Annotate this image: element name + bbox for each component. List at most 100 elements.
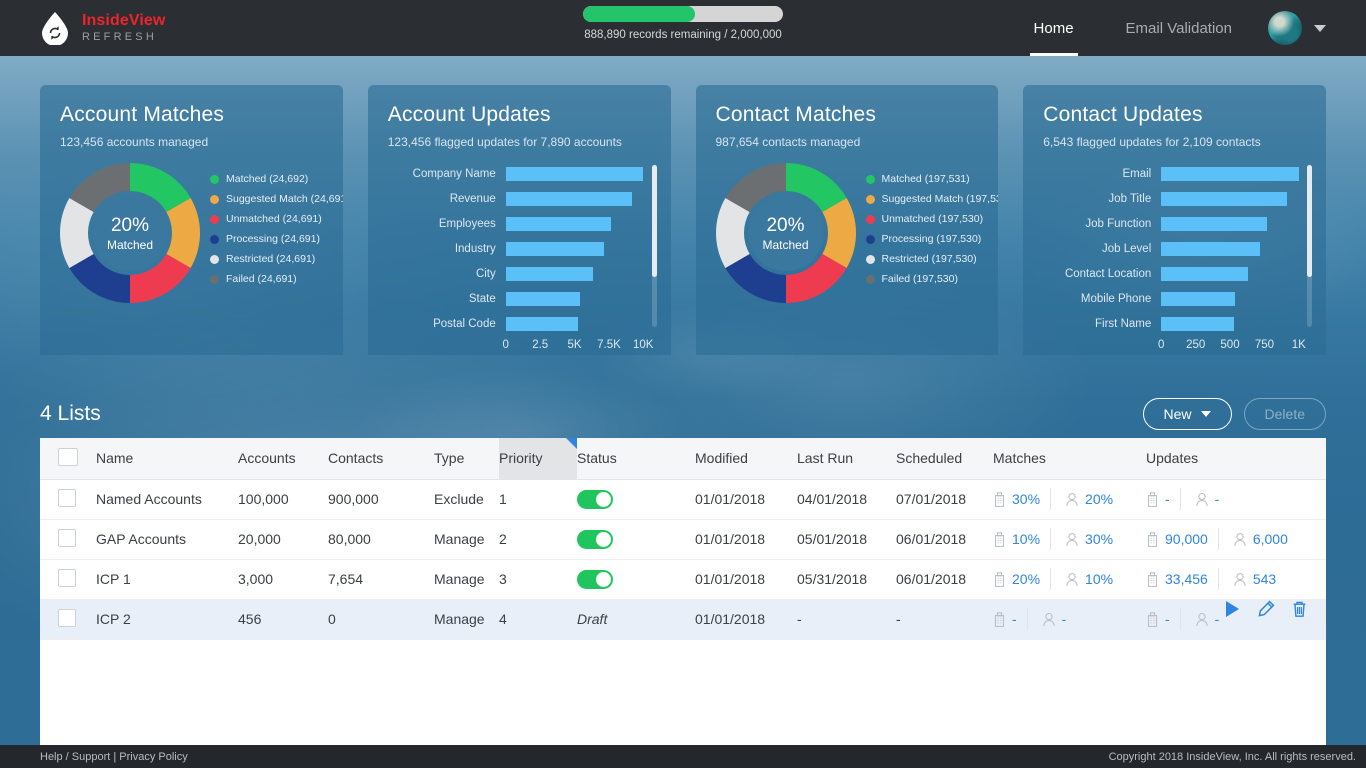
cell-matches: 20% 10% <box>993 559 1146 600</box>
column-header-accounts[interactable]: Accounts <box>238 438 328 480</box>
legend-color-swatch <box>865 234 875 244</box>
donut-chart-contact-matches: 20% Matched <box>715 163 856 303</box>
cell-name: ICP 1 <box>96 559 238 600</box>
cell-updates: - - <box>1146 479 1326 520</box>
bar-track <box>505 166 651 181</box>
new-button-label: New <box>1163 406 1192 422</box>
run-icon[interactable] <box>1224 600 1241 618</box>
row-checkbox[interactable] <box>58 608 76 627</box>
cell-matches: 10% 30% <box>993 519 1146 560</box>
cell-name: ICP 2 <box>96 599 238 640</box>
legend-item: Failed (24,691) <box>210 273 343 285</box>
bar-track <box>1161 166 1306 181</box>
chart-scrollbar[interactable] <box>651 165 657 327</box>
column-header-modified[interactable]: Modified <box>695 438 797 480</box>
chart-scrollbar[interactable] <box>1307 165 1312 327</box>
select-all-header <box>40 438 96 480</box>
column-label: Accounts <box>238 450 296 467</box>
column-header-matches[interactable]: Matches <box>993 438 1146 480</box>
column-header-scheduled[interactable]: Scheduled <box>896 438 993 480</box>
column-label: Type <box>434 450 465 467</box>
column-label: Modified <box>695 450 748 467</box>
column-header-last-run[interactable]: Last Run <box>797 438 896 480</box>
cell-type: Manage <box>434 599 499 640</box>
column-label: Matches <box>993 450 1046 467</box>
cell-priority: 1 <box>499 479 577 520</box>
table-row[interactable]: ICP 2 456 0 Manage 4 Draft 01/01/2018 - … <box>40 599 1326 640</box>
chevron-down-icon[interactable] <box>1314 24 1326 32</box>
table-row[interactable]: ICP 1 3,000 7,654 Manage 3 01/01/2018 05… <box>40 559 1326 600</box>
table-row[interactable]: GAP Accounts 20,000 80,000 Manage 2 01/0… <box>40 519 1326 560</box>
avatar[interactable] <box>1268 11 1302 45</box>
legend-label: Unmatched (197,530) <box>881 213 984 225</box>
bar-fill <box>505 216 612 231</box>
column-header-updates[interactable]: Updates <box>1146 438 1326 480</box>
list-name: ICP 2 <box>96 611 131 627</box>
updates-contacts-value: - <box>1214 491 1220 507</box>
cell-priority: 3 <box>499 559 577 600</box>
cell-updates: - - <box>1146 599 1326 640</box>
matches-contacts-value: 30% <box>1085 531 1114 547</box>
cell-modified: 01/01/2018 <box>695 599 797 640</box>
card-title: Account Matches <box>60 103 225 126</box>
nav-item-home[interactable]: Home <box>1026 0 1082 56</box>
column-header-status[interactable]: Status <box>577 438 695 480</box>
select-all-checkbox[interactable] <box>58 447 78 466</box>
delete-button[interactable]: Delete <box>1243 398 1326 430</box>
status-toggle[interactable] <box>577 529 613 549</box>
column-header-contacts[interactable]: Contacts <box>328 438 434 480</box>
delete-icon[interactable] <box>1291 600 1308 618</box>
bar-label: Job Function <box>1085 217 1152 230</box>
bar-row: Revenue <box>388 186 651 211</box>
donut-center-label: Matched <box>106 237 154 252</box>
updates-accounts-value: - <box>1165 491 1170 507</box>
card-contact-matches: Contact Matches 987,654 contacts managed… <box>695 85 999 355</box>
status-toggle[interactable] <box>577 569 613 589</box>
bar-fill <box>505 291 580 306</box>
cell-type: Manage <box>434 559 499 600</box>
edit-icon[interactable] <box>1257 600 1275 618</box>
footer-links[interactable]: Help / Support | Privacy Policy <box>40 751 188 763</box>
card-title: Contact Matches <box>715 103 877 126</box>
nav-item-home-label: Home <box>1033 19 1074 37</box>
bar-fill <box>505 166 644 181</box>
column-label: Last Run <box>797 450 854 467</box>
row-checkbox[interactable] <box>58 568 76 587</box>
bar-fill <box>505 316 579 331</box>
legend-label: Restricted (197,530) <box>881 253 977 265</box>
cell-last-run: - <box>797 599 896 640</box>
app-root: InsideView REFRESH 888,890 records remai… <box>0 0 1366 768</box>
brand-logo[interactable]: InsideView REFRESH <box>40 11 165 45</box>
cell-status <box>577 479 695 520</box>
legend-color-swatch <box>210 234 219 244</box>
cell-contacts: 0 <box>328 599 434 640</box>
column-header-name[interactable]: Name <box>96 438 238 480</box>
cell-accounts: 3,000 <box>238 559 328 600</box>
column-header-type[interactable]: Type <box>434 438 499 480</box>
list-name: Named Accounts <box>96 491 202 507</box>
matches-contacts-value: 20% <box>1085 491 1114 507</box>
table-row[interactable]: Named Accounts 100,000 900,000 Exclude 1… <box>40 479 1326 520</box>
divider <box>1050 528 1052 550</box>
legend-color-swatch <box>210 214 219 224</box>
divider <box>1050 568 1052 590</box>
row-checkbox[interactable] <box>58 528 76 547</box>
table-header-row: Name Accounts Contacts Type Priority Sta… <box>40 438 1326 480</box>
bar-fill <box>1161 291 1236 306</box>
new-button[interactable]: New <box>1142 398 1232 430</box>
legend-label: Suggested Match (24,691) <box>226 193 343 205</box>
legend-color-swatch <box>210 194 219 204</box>
column-header-priority[interactable]: Priority <box>499 438 577 480</box>
donut-legend: Matched (24,692) Suggested Match (24,691… <box>210 173 343 293</box>
nav-item-email-validation[interactable]: Email Validation <box>1118 0 1240 56</box>
bar-track <box>505 291 651 306</box>
lists-table: Name Accounts Contacts Type Priority Sta… <box>40 438 1326 640</box>
cell-last-run: 05/31/2018 <box>797 559 896 600</box>
legend-label: Restricted (24,691) <box>226 253 316 265</box>
bar-row: Mobile Phone <box>1043 286 1306 311</box>
legend-item: Suggested Match (24,691) <box>210 193 343 205</box>
donut-center-label: Matched <box>762 237 809 252</box>
brand-name: InsideView <box>82 11 166 29</box>
status-toggle[interactable] <box>577 489 613 509</box>
row-checkbox[interactable] <box>58 488 76 507</box>
